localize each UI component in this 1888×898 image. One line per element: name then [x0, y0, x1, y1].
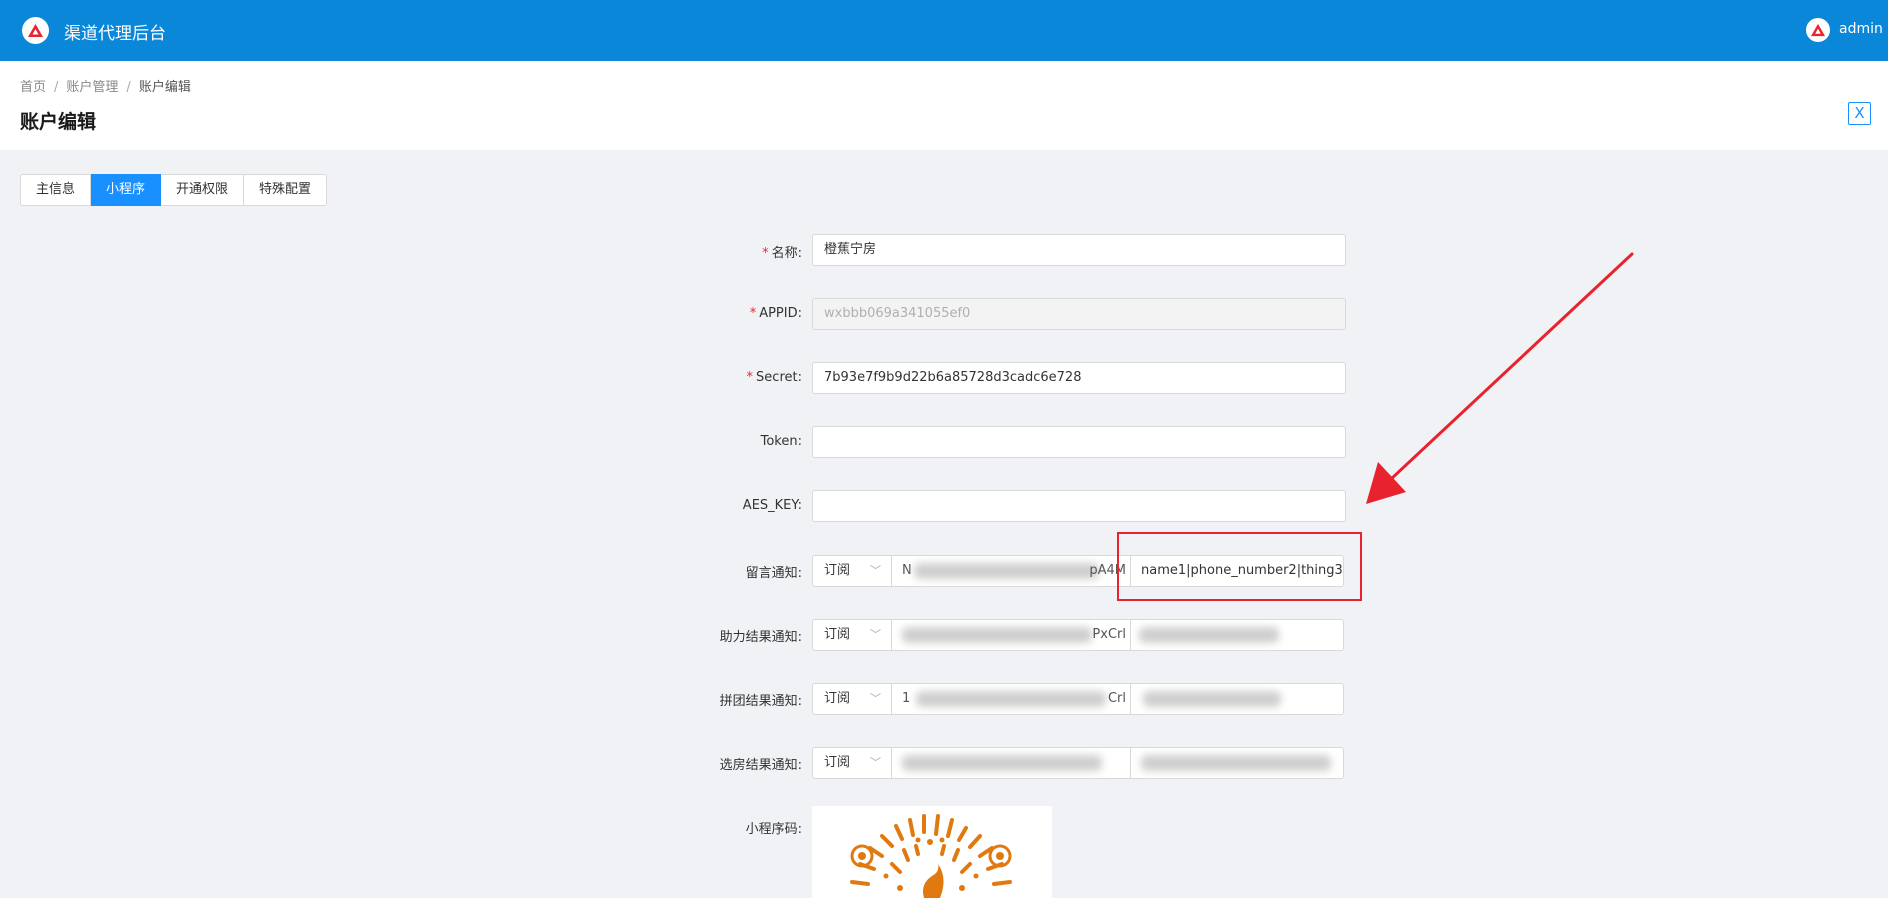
- secret-input[interactable]: 7b93e7f9b9d22b6a85728d3cadc6e728: [812, 362, 1346, 394]
- notify-fields-input[interactable]: [1130, 619, 1344, 651]
- app-title: 渠道代理后台: [64, 24, 166, 44]
- token-label: Token:: [760, 434, 802, 449]
- notify-type-select[interactable]: 订阅 ﹀: [812, 747, 892, 779]
- appid-label: * APPID:: [749, 306, 802, 321]
- page-header: 首页 / 账户管理 / 账户编辑 账户编辑 X: [0, 61, 1888, 150]
- tab-bar: 主信息 小程序 开通权限 特殊配置: [20, 174, 328, 206]
- notify-template-id-input[interactable]: [891, 747, 1131, 779]
- top-bar: 渠道代理后台 admin: [0, 0, 1888, 61]
- notify-assist-group: 订阅 ﹀ PxCrl: [812, 619, 1344, 651]
- notify-fields-input[interactable]: [1130, 747, 1344, 779]
- notify-label-message: 留言通知:: [745, 566, 802, 581]
- notify-type-select[interactable]: 订阅 ﹀: [812, 619, 892, 651]
- name-label: * 名称:: [762, 246, 802, 261]
- breadcrumb-current: 账户编辑: [138, 80, 191, 95]
- chevron-down-icon: ﹀: [870, 692, 881, 705]
- qrcode-label: 小程序码:: [745, 822, 802, 837]
- token-input[interactable]: [812, 426, 1346, 458]
- notify-label-group-buy: 拼团结果通知:: [719, 694, 802, 709]
- aes-key-label: AES_KEY:: [742, 498, 802, 513]
- user-avatar-icon[interactable]: [1806, 18, 1830, 42]
- notify-fields-input[interactable]: [1130, 683, 1344, 715]
- notify-label-room-select: 选房结果通知:: [719, 758, 802, 773]
- secret-label: * Secret:: [746, 370, 802, 385]
- tab-mini-program[interactable]: 小程序: [91, 174, 162, 206]
- tab-special-config[interactable]: 特殊配置: [244, 174, 328, 206]
- chevron-down-icon: ﹀: [870, 756, 881, 769]
- annotation-highlight-box: [1117, 532, 1362, 601]
- breadcrumb-account-management[interactable]: 账户管理: [66, 80, 118, 95]
- chevron-down-icon: ﹀: [870, 564, 881, 577]
- notify-template-id-input[interactable]: N pA4M: [891, 555, 1131, 587]
- notify-type-select[interactable]: 订阅 ﹀: [812, 683, 892, 715]
- mini-program-qrcode: [812, 806, 1052, 898]
- close-icon[interactable]: X: [1848, 102, 1871, 125]
- aes-key-input[interactable]: [812, 490, 1346, 522]
- appid-input: wxbbb069a341055ef0: [812, 298, 1346, 330]
- annotation-arrow-icon: [1366, 252, 1634, 504]
- user-name[interactable]: admin: [1839, 21, 1883, 37]
- tab-main-info[interactable]: 主信息: [20, 174, 92, 206]
- notify-group-buy-group: 订阅 ﹀ 1 Crl: [812, 683, 1344, 715]
- notify-template-id-input[interactable]: 1 Crl: [891, 683, 1131, 715]
- app-logo-icon: [22, 17, 49, 44]
- notify-room-select-group: 订阅 ﹀: [812, 747, 1344, 779]
- chevron-down-icon: ﹀: [870, 628, 881, 641]
- breadcrumb-home[interactable]: 首页: [20, 80, 46, 95]
- notify-template-id-input[interactable]: PxCrl: [891, 619, 1131, 651]
- tab-permissions[interactable]: 开通权限: [161, 174, 245, 206]
- notify-label-assist: 助力结果通知:: [719, 630, 802, 645]
- page-title: 账户编辑: [20, 111, 97, 133]
- notify-type-select[interactable]: 订阅 ﹀: [812, 555, 892, 587]
- name-input[interactable]: 橙蕉宁房: [812, 234, 1346, 266]
- breadcrumb: 首页 / 账户管理 / 账户编辑: [20, 80, 191, 95]
